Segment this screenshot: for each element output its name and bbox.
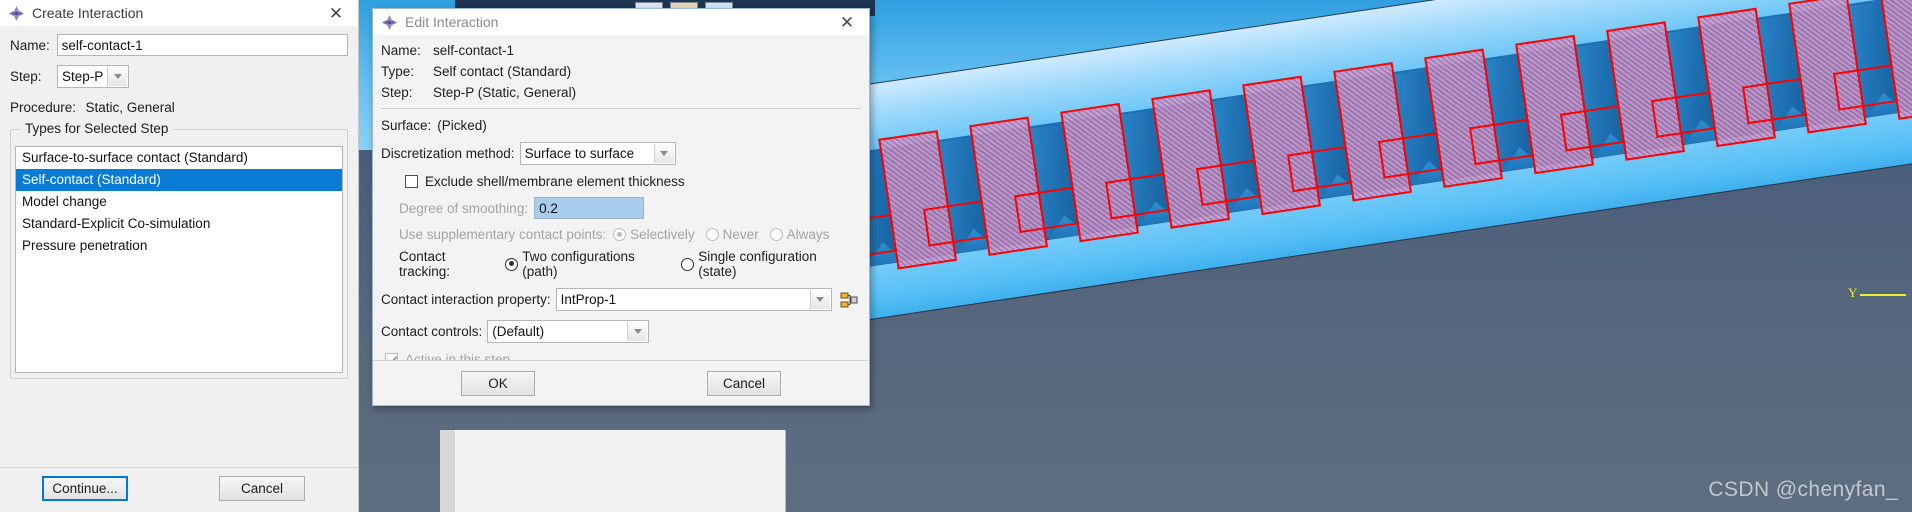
exclude-thickness-label: Exclude shell/membrane element thickness — [425, 174, 685, 189]
supplementary-points-options[interactable]: Selectively Never Always — [613, 227, 835, 242]
discretization-row: Discretization method: Surface to surfac… — [381, 142, 861, 165]
smoothing-input[interactable]: 0.2 — [534, 197, 645, 219]
step-select[interactable]: Step-P — [57, 65, 129, 88]
watermark: CSDN @chenyfan_ — [1708, 478, 1898, 501]
contact-property-label: Contact interaction property: — [381, 292, 551, 307]
chevron-down-icon[interactable] — [653, 144, 674, 163]
edit-name-label: Name: — [381, 43, 421, 58]
close-icon[interactable]: ✕ — [314, 0, 358, 26]
name-row: Name: self-contact-1 — [10, 34, 348, 56]
contact-controls-select[interactable]: (Default) — [487, 320, 650, 343]
lower-panel-fragment — [455, 430, 786, 512]
step-select-value: Step-P — [62, 69, 104, 84]
app-root: Y CSDN @chenyfan_ Create Interaction ✕ N… — [0, 0, 1912, 512]
edit-surface-row: Surface: (Picked) — [381, 118, 861, 133]
discretization-select[interactable]: Surface to surface — [519, 142, 676, 165]
create-dialog-body: Name: self-contact-1 Step: Step-P Proced… — [0, 34, 358, 379]
continue-button[interactable]: Continue... — [42, 476, 128, 501]
contact-tracking-row: Contact tracking: Two configurations (pa… — [381, 249, 861, 279]
abaqus-logo-icon — [381, 14, 398, 31]
radio-option: Never — [705, 227, 759, 242]
create-interaction-property-icon[interactable] — [839, 290, 859, 310]
interaction-type-item[interactable]: Self-contact (Standard) — [16, 169, 342, 191]
step-row: Step: Step-P — [10, 65, 348, 88]
edit-type-value: Self contact (Standard) — [433, 64, 572, 79]
procedure-row: Procedure: Static, General — [10, 99, 348, 117]
interaction-type-item[interactable]: Pressure penetration — [16, 235, 342, 257]
contact-property-value: IntProp-1 — [560, 292, 617, 307]
create-interaction-dialog: Create Interaction ✕ Name: self-contact-… — [0, 0, 359, 512]
edit-dialog-footer: OK Cancel — [373, 360, 869, 405]
name-input[interactable]: self-contact-1 — [56, 34, 348, 56]
discretization-value: Surface to surface — [524, 146, 635, 161]
edit-type-label: Type: — [381, 64, 415, 79]
edit-step-value: Step-P (Static, General) — [433, 85, 577, 100]
cancel-button[interactable]: Cancel — [219, 476, 305, 501]
create-dialog-footer: Continue... Cancel — [0, 467, 358, 512]
interaction-type-list[interactable]: Surface-to-surface contact (Standard) Sel… — [15, 146, 343, 373]
edit-dialog-body: Name: self-contact-1 Type: Self contact … — [373, 43, 869, 367]
divider — [381, 108, 861, 109]
radio-icon[interactable] — [505, 257, 519, 271]
axis-line-y — [1860, 294, 1906, 296]
radio-icon — [705, 228, 719, 241]
discretization-label: Discretization method: — [381, 146, 515, 161]
radio-icon[interactable] — [681, 257, 695, 271]
edit-dialog-titlebar: Edit Interaction ✕ — [373, 9, 869, 35]
procedure-value: Static, General — [85, 100, 175, 115]
radio-label: Single configuration (state) — [698, 249, 817, 279]
chevron-down-icon[interactable] — [107, 67, 127, 86]
interaction-type-item[interactable]: Surface-to-surface contact (Standard) — [16, 147, 342, 169]
abaqus-logo-icon — [8, 5, 25, 22]
interaction-type-item[interactable]: Standard-Explicit Co-simulation — [16, 213, 342, 235]
surface-value: (Picked) — [437, 118, 487, 133]
create-dialog-title: Create Interaction — [32, 5, 144, 21]
axis-triad: Y — [1848, 285, 1906, 301]
edit-cancel-button[interactable]: Cancel — [707, 370, 781, 396]
radio-option: Always — [769, 227, 830, 242]
surface-label: Surface: — [381, 118, 432, 133]
step-label: Step: — [10, 69, 42, 84]
types-group: Types for Selected Step Surface-to-surfa… — [10, 121, 348, 379]
interaction-type-item[interactable]: Model change — [16, 191, 342, 213]
edit-dialog-title: Edit Interaction — [405, 14, 499, 30]
radio-option[interactable]: Two configurations (path) — [505, 249, 670, 279]
supplementary-points-label: Use supplementary contact points: — [399, 227, 607, 242]
exclude-thickness-checkbox[interactable] — [405, 175, 418, 188]
name-label: Name: — [10, 37, 50, 53]
contact-property-row: Contact interaction property: IntProp-1 — [381, 288, 861, 311]
close-icon[interactable]: ✕ — [825, 9, 869, 35]
radio-icon — [613, 228, 627, 241]
contact-controls-label: Contact controls: — [381, 324, 483, 339]
radio-option[interactable]: Single configuration (state) — [681, 249, 855, 279]
types-group-caption: Types for Selected Step — [20, 121, 174, 136]
edit-name-value: self-contact-1 — [433, 43, 515, 58]
edit-type-row: Type: Self contact (Standard) — [381, 64, 861, 79]
radio-label: Always — [786, 227, 830, 242]
radio-label: Selectively — [630, 227, 695, 242]
edit-step-row: Step: Step-P (Static, General) — [381, 85, 861, 100]
smoothing-row: Degree of smoothing: 0.2 — [381, 197, 861, 219]
edit-interaction-dialog: Edit Interaction ✕ Name: self-contact-1 … — [372, 8, 870, 406]
contact-tracking-options[interactable]: Two configurations (path) Single configur… — [505, 249, 861, 279]
chevron-down-icon[interactable] — [809, 290, 830, 309]
contact-controls-value: (Default) — [492, 324, 545, 339]
axis-label-y: Y — [1848, 285, 1858, 300]
exclude-thickness-row[interactable]: Exclude shell/membrane element thickness — [381, 174, 861, 189]
edit-step-label: Step: — [381, 85, 413, 100]
edit-name-row: Name: self-contact-1 — [381, 43, 861, 58]
supplementary-points-row: Use supplementary contact points: Select… — [381, 227, 861, 242]
radio-label: Never — [722, 227, 759, 242]
radio-option: Selectively — [613, 227, 695, 242]
radio-icon — [769, 228, 783, 241]
smoothing-label: Degree of smoothing: — [399, 200, 529, 216]
chevron-down-icon[interactable] — [627, 322, 648, 341]
contact-tracking-label: Contact tracking: — [399, 249, 451, 279]
ok-button[interactable]: OK — [461, 370, 535, 396]
contact-controls-row: Contact controls: (Default) — [381, 320, 861, 343]
contact-property-select[interactable]: IntProp-1 — [555, 288, 832, 311]
procedure-label: Procedure: — [10, 100, 77, 115]
radio-label: Two configurations (path) — [522, 249, 635, 279]
create-dialog-titlebar: Create Interaction ✕ — [0, 0, 358, 26]
